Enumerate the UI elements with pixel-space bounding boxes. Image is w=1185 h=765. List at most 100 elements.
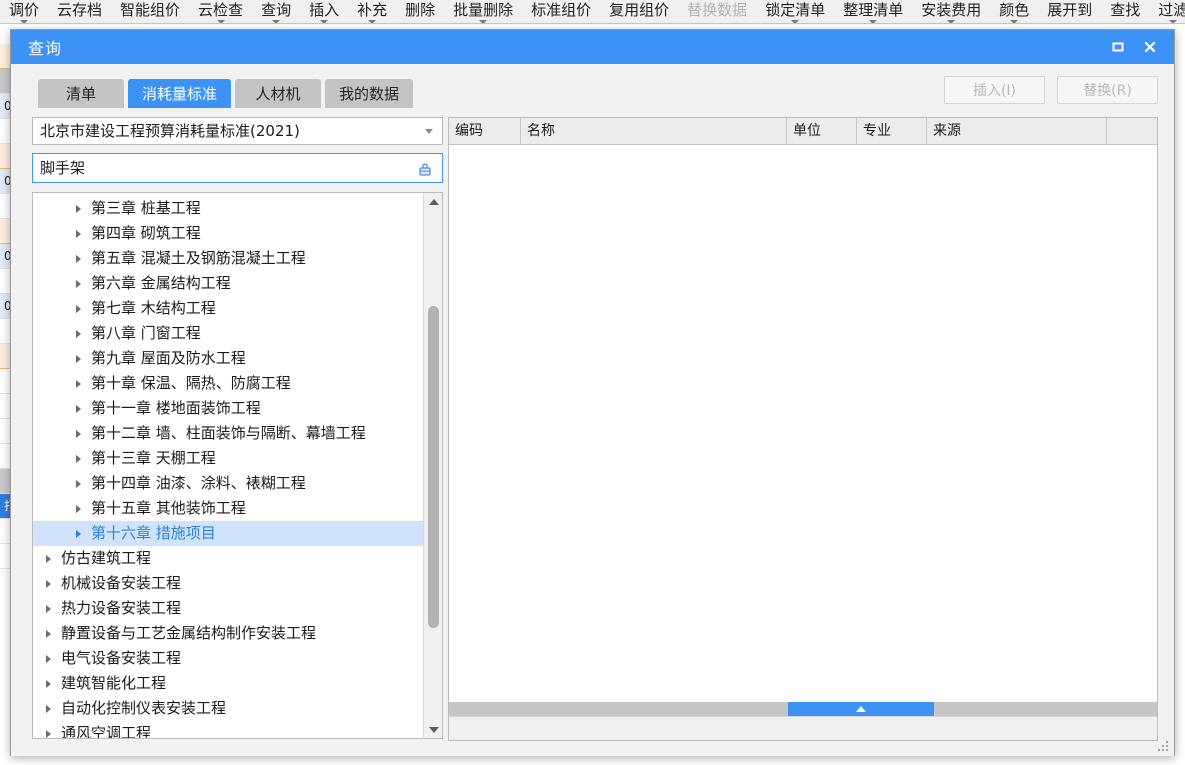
tree-item[interactable]: 第六章 金属结构工程	[33, 271, 423, 296]
tree-item[interactable]: 第十五章 其他装饰工程	[33, 496, 423, 521]
chevron-right-icon[interactable]	[76, 305, 81, 313]
toolbar-item-2[interactable]: 智能组价	[111, 0, 189, 19]
toolbar-item-13[interactable]: 整理清单	[834, 0, 912, 23]
tree-item[interactable]: 第十六章 措施项目	[33, 521, 423, 546]
chevron-right-icon[interactable]	[76, 205, 81, 213]
standard-select-value: 北京市建设工程预算消耗量标准(2021)	[40, 122, 300, 140]
tree-item[interactable]: 第十二章 墙、柱面装饰与隔断、幕墙工程	[33, 421, 423, 446]
chevron-right-icon[interactable]	[76, 430, 81, 438]
toolbar-item-15[interactable]: 颜色	[990, 0, 1038, 23]
tab-label: 消耗量标准	[142, 85, 218, 103]
tree-item-label: 第四章 砌筑工程	[91, 224, 201, 242]
resize-grip[interactable]	[1158, 741, 1170, 753]
chevron-right-icon[interactable]	[76, 330, 81, 338]
toolbar-item-label: 锁定清单	[765, 1, 826, 19]
tree-item[interactable]: 第七章 木结构工程	[33, 296, 423, 321]
chevron-down-icon	[479, 20, 488, 23]
chevron-right-icon[interactable]	[76, 530, 81, 538]
toolbar-item-5[interactable]: 插入	[300, 0, 348, 23]
scroll-down-icon[interactable]	[424, 721, 442, 738]
tree-item-label: 第十一章 楼地面装饰工程	[91, 399, 261, 417]
results-horizontal-scrollbar[interactable]	[449, 702, 1157, 716]
tab-2[interactable]: 人材机	[235, 79, 322, 108]
column-header[interactable]: 专业	[857, 118, 927, 144]
tree-item[interactable]: 仿古建筑工程	[33, 546, 423, 571]
toolbar-item-12[interactable]: 锁定清单	[756, 0, 834, 23]
chevron-right-icon[interactable]	[76, 405, 81, 413]
toolbar-item-1[interactable]: 云存档	[48, 0, 111, 19]
scrollbar-thumb[interactable]	[428, 306, 439, 628]
maximize-icon[interactable]	[1102, 30, 1134, 64]
tree-item[interactable]: 电气设备安装工程	[33, 646, 423, 671]
tab-0[interactable]: 清单	[38, 79, 124, 108]
tree-item[interactable]: 第十三章 天棚工程	[33, 446, 423, 471]
tree-item[interactable]: 第四章 砌筑工程	[33, 221, 423, 246]
toolbar-item-17[interactable]: 查找	[1101, 0, 1149, 19]
chevron-right-icon[interactable]	[46, 680, 51, 688]
toolbar-item-14[interactable]: 安装费用	[912, 0, 990, 23]
tree-item-label: 第十五章 其他装饰工程	[91, 499, 246, 517]
tab-3[interactable]: 我的数据	[325, 79, 414, 108]
tree-item[interactable]: 第九章 屋面及防水工程	[33, 346, 423, 371]
scroll-up-icon[interactable]	[424, 193, 442, 210]
tree-item[interactable]: 第十章 保温、隔热、防腐工程	[33, 371, 423, 396]
toolbar-item-0[interactable]: 调价	[0, 0, 48, 23]
tree-item[interactable]: 静置设备与工艺金属结构制作安装工程	[33, 621, 423, 646]
tree-item[interactable]: 通风空调工程	[33, 721, 423, 739]
toolbar-item-label: 云检查	[198, 1, 244, 19]
toolbar-item-3[interactable]: 云检查	[189, 0, 252, 23]
tree-item[interactable]: 第三章 桩基工程	[33, 196, 423, 221]
tab-1[interactable]: 消耗量标准	[128, 79, 232, 108]
chevron-right-icon[interactable]	[76, 255, 81, 263]
toolbar-item-18[interactable]: 过滤	[1149, 0, 1185, 23]
toolbar-item-7[interactable]: 删除	[396, 0, 444, 19]
toolbar-item-6[interactable]: 补充	[348, 0, 396, 23]
chevron-right-icon[interactable]	[46, 630, 51, 638]
tree-item[interactable]: 热力设备安装工程	[33, 596, 423, 621]
chevron-right-icon[interactable]	[76, 380, 81, 388]
toolbar-item-11: 替换数据	[678, 0, 756, 19]
standard-select[interactable]: 北京市建设工程预算消耗量标准(2021)	[32, 117, 443, 145]
tree-item-label: 静置设备与工艺金属结构制作安装工程	[61, 624, 317, 642]
chevron-right-icon[interactable]	[46, 580, 51, 588]
chevron-right-icon[interactable]	[46, 655, 51, 663]
toolbar-item-10[interactable]: 复用组价	[600, 0, 678, 19]
column-header[interactable]: 单位	[787, 118, 857, 144]
tree-item-label: 机械设备安装工程	[61, 574, 182, 592]
tree-item[interactable]: 机械设备安装工程	[33, 571, 423, 596]
chevron-right-icon[interactable]	[46, 705, 51, 713]
toolbar-item-4[interactable]: 查询	[252, 0, 300, 23]
tree-item-label: 建筑智能化工程	[61, 674, 167, 692]
chevron-right-icon[interactable]	[76, 355, 81, 363]
chevron-right-icon[interactable]	[76, 505, 81, 513]
tree-item[interactable]: 第八章 门窗工程	[33, 321, 423, 346]
chevron-right-icon[interactable]	[76, 480, 81, 488]
tree-vertical-scrollbar[interactable]	[423, 193, 442, 738]
tree-item[interactable]: 建筑智能化工程	[33, 671, 423, 696]
tree-item[interactable]: 第十一章 楼地面装饰工程	[33, 396, 423, 421]
column-header[interactable]: 来源	[927, 118, 1107, 144]
toolbar-item-9[interactable]: 标准组价	[522, 0, 600, 19]
close-icon[interactable]	[1134, 30, 1166, 64]
tree-item[interactable]: 第五章 混凝土及钢筋混凝土工程	[33, 246, 423, 271]
chevron-right-icon[interactable]	[76, 280, 81, 288]
results-grid-body[interactable]	[449, 145, 1157, 710]
chevron-right-icon[interactable]	[76, 455, 81, 463]
clear-search-icon[interactable]	[416, 160, 434, 178]
column-header[interactable]: 编码	[449, 118, 521, 144]
dialog-body: 清单 消耗量标准 人材机 我的数据 插入(I) 替换(R) 北京市建设工程预算消耗量标准…	[11, 64, 1174, 756]
chevron-right-icon[interactable]	[46, 605, 51, 613]
splitter-expand-handle[interactable]	[788, 702, 934, 716]
tree-item[interactable]: 第十四章 油漆、涂料、裱糊工程	[33, 471, 423, 496]
column-header[interactable]: 名称	[521, 118, 787, 144]
toolbar-item-8[interactable]: 批量删除	[444, 0, 522, 23]
catalog-tree[interactable]: 第三章 桩基工程第四章 砌筑工程第五章 混凝土及钢筋混凝土工程 第六章 金属结构工…	[32, 192, 443, 739]
tree-item-label: 通风空调工程	[61, 724, 152, 739]
search-input[interactable]: 脚手架	[32, 153, 443, 183]
chevron-right-icon[interactable]	[46, 730, 51, 738]
toolbar-item-label: 删除	[405, 1, 436, 19]
toolbar-item-16[interactable]: 展开到	[1038, 0, 1101, 19]
chevron-right-icon[interactable]	[76, 230, 81, 238]
chevron-right-icon[interactable]	[46, 555, 51, 563]
tree-item[interactable]: 自动化控制仪表安装工程	[33, 696, 423, 721]
